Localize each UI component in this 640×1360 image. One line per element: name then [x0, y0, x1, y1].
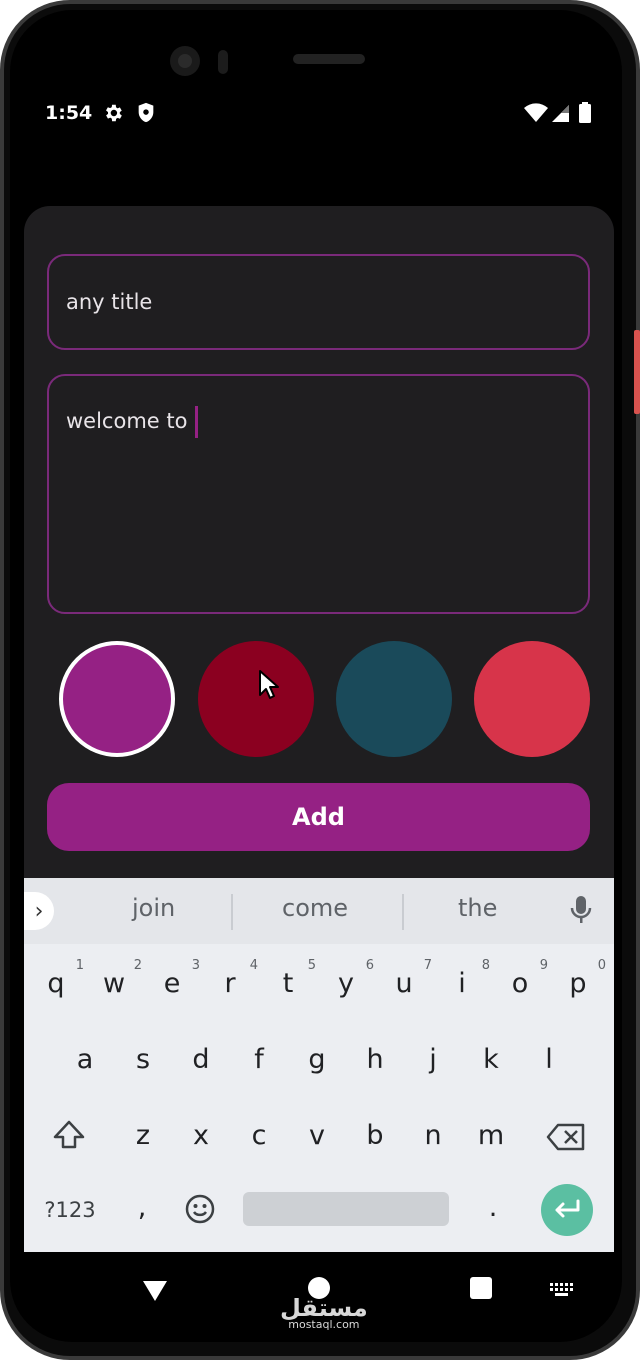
mouse-pointer-icon [259, 670, 279, 699]
suggestion-bar: › join come the [24, 878, 614, 944]
key-g[interactable]: g [297, 1044, 337, 1075]
key-w[interactable]: w2 [94, 958, 142, 999]
key-d[interactable]: d [181, 1044, 221, 1075]
symbols-key[interactable]: ?123 [44, 1198, 96, 1222]
key-t[interactable]: t5 [268, 958, 316, 999]
add-button-label: Add [292, 803, 345, 831]
status-time: 1:54 [45, 102, 93, 124]
color-swatch-teal[interactable] [336, 641, 452, 757]
key-b[interactable]: b [355, 1120, 395, 1151]
key-j[interactable]: j [413, 1044, 453, 1075]
space-bar[interactable] [243, 1192, 449, 1226]
shift-icon[interactable] [52, 1118, 86, 1152]
key-s[interactable]: s [123, 1044, 163, 1075]
backspace-icon[interactable] [546, 1122, 586, 1152]
enter-key[interactable] [541, 1184, 593, 1236]
key-n[interactable]: n [413, 1120, 453, 1151]
title-input-value: any title [66, 290, 153, 314]
key-e[interactable]: e3 [152, 958, 200, 999]
color-swatch-maroon[interactable] [198, 641, 314, 757]
key-x[interactable]: x [181, 1120, 221, 1151]
key-c[interactable]: c [239, 1120, 279, 1151]
key-l[interactable]: l [529, 1044, 569, 1075]
content-input-value: welcome to [66, 409, 188, 433]
key-h[interactable]: h [355, 1044, 395, 1075]
keyboard-switch-icon[interactable] [549, 1282, 575, 1298]
suggestion-divider [231, 894, 233, 930]
shield-icon [138, 102, 154, 123]
key-k[interactable]: k [471, 1044, 511, 1075]
color-swatch-red[interactable] [474, 641, 590, 757]
title-input[interactable]: any title [47, 254, 590, 350]
side-button [634, 330, 640, 414]
suggestion-item[interactable]: join [132, 894, 175, 922]
enter-icon [555, 1199, 580, 1218]
key-z[interactable]: z [123, 1120, 163, 1151]
key-u[interactable]: u7 [384, 958, 432, 999]
earpiece-speaker [293, 54, 365, 64]
wifi-icon [524, 103, 548, 122]
status-bar: 1:54 [0, 96, 640, 136]
watermark: مستقل mostaql.com [280, 1294, 368, 1331]
suggestion-item[interactable]: the [458, 894, 497, 922]
content-input[interactable]: welcome to [47, 374, 590, 614]
color-swatch-purple[interactable] [59, 641, 175, 757]
suggestion-divider [402, 894, 404, 930]
key-y[interactable]: y6 [326, 958, 374, 999]
emoji-icon[interactable] [184, 1193, 216, 1225]
back-icon[interactable] [142, 1280, 168, 1302]
add-button[interactable]: Add [47, 783, 590, 851]
signal-icon [552, 105, 569, 122]
key-v[interactable]: v [297, 1120, 337, 1151]
comma-key[interactable]: , [122, 1192, 162, 1223]
front-camera [170, 46, 200, 76]
recents-icon[interactable] [470, 1277, 492, 1299]
key-a[interactable]: a [65, 1044, 105, 1075]
mic-icon[interactable] [570, 894, 592, 926]
key-f[interactable]: f [239, 1044, 279, 1075]
key-i[interactable]: i8 [442, 958, 490, 999]
key-q[interactable]: q1 [36, 958, 84, 999]
key-o[interactable]: o9 [500, 958, 548, 999]
period-key[interactable]: . [473, 1192, 513, 1223]
key-m[interactable]: m [471, 1120, 511, 1151]
key-r[interactable]: r4 [210, 958, 258, 999]
proximity-sensor [218, 50, 228, 74]
watermark-url: mostaql.com [288, 1318, 360, 1331]
battery-icon [579, 102, 591, 123]
chevron-right-icon[interactable]: › [24, 892, 54, 930]
suggestion-item[interactable]: come [282, 894, 348, 922]
key-p[interactable]: p0 [558, 958, 606, 999]
text-caret [195, 406, 199, 438]
soft-keyboard: › join come the q1 w2 e3 r4 t5 y6 u7 i8 … [24, 878, 614, 1252]
gear-icon [106, 104, 122, 122]
